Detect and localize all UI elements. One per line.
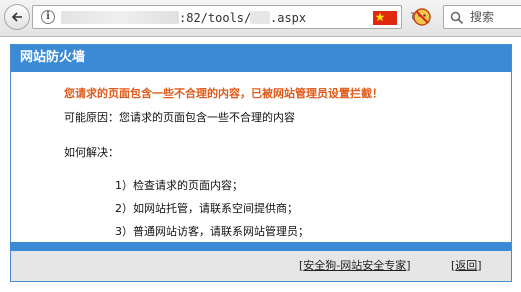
block-warning: 您请求的页面包含一些不合理的内容，已被网站管理员设置拦截！ (64, 87, 383, 100)
url-host-redacted (61, 11, 179, 24)
url-file-redacted (250, 11, 270, 24)
possible-reason: 可能原因：您请求的页面包含一些不合理的内容 (64, 111, 295, 124)
panel-divider (11, 242, 511, 251)
flag-star (375, 12, 385, 22)
search-placeholder: 搜索 (470, 10, 495, 24)
search-input[interactable]: 搜索 (443, 5, 521, 29)
url-path: :82/tools/ (179, 11, 252, 25)
safedog-expert-link-text[interactable]: 安全狗-网站安全专家 (303, 259, 406, 272)
china-flag-icon[interactable] (373, 11, 397, 25)
panel-title: 网站防火墙 (20, 50, 86, 65)
panel-footer: [安全狗-网站安全专家] [返回] (11, 251, 511, 281)
firewall-panel: 网站防火墙 您请求的页面包含一些不合理的内容，已被网站管理员设置拦截！ 可能原因… (10, 44, 512, 282)
url-extension: .aspx (270, 11, 307, 25)
resolve-step-2: 2）如网站托管，请联系空间提供商； (115, 202, 298, 215)
resolve-step-1: 1）检查请求的页面内容； (115, 179, 243, 192)
blocked-addon-icon[interactable] (412, 7, 432, 27)
panel-header: 网站防火墙 (11, 45, 511, 72)
search-icon (450, 11, 464, 25)
browser-toolbar: i :82/tools/ .aspx ↻ 搜索 (0, 0, 521, 37)
how-to-resolve: 如何解决： (64, 146, 119, 159)
address-bar[interactable]: i :82/tools/ .aspx ↻ (32, 5, 422, 29)
back-button[interactable] (4, 4, 30, 30)
back-link-text[interactable]: 返回 (455, 259, 477, 272)
safedog-expert-link[interactable]: [安全狗-网站安全专家] (299, 259, 411, 273)
info-icon[interactable]: i (41, 10, 55, 24)
back-link[interactable]: [返回] (451, 259, 482, 273)
resolve-step-3: 3）普通网站访客，请联系网站管理员； (115, 225, 309, 238)
back-arrow-icon (11, 12, 22, 22)
